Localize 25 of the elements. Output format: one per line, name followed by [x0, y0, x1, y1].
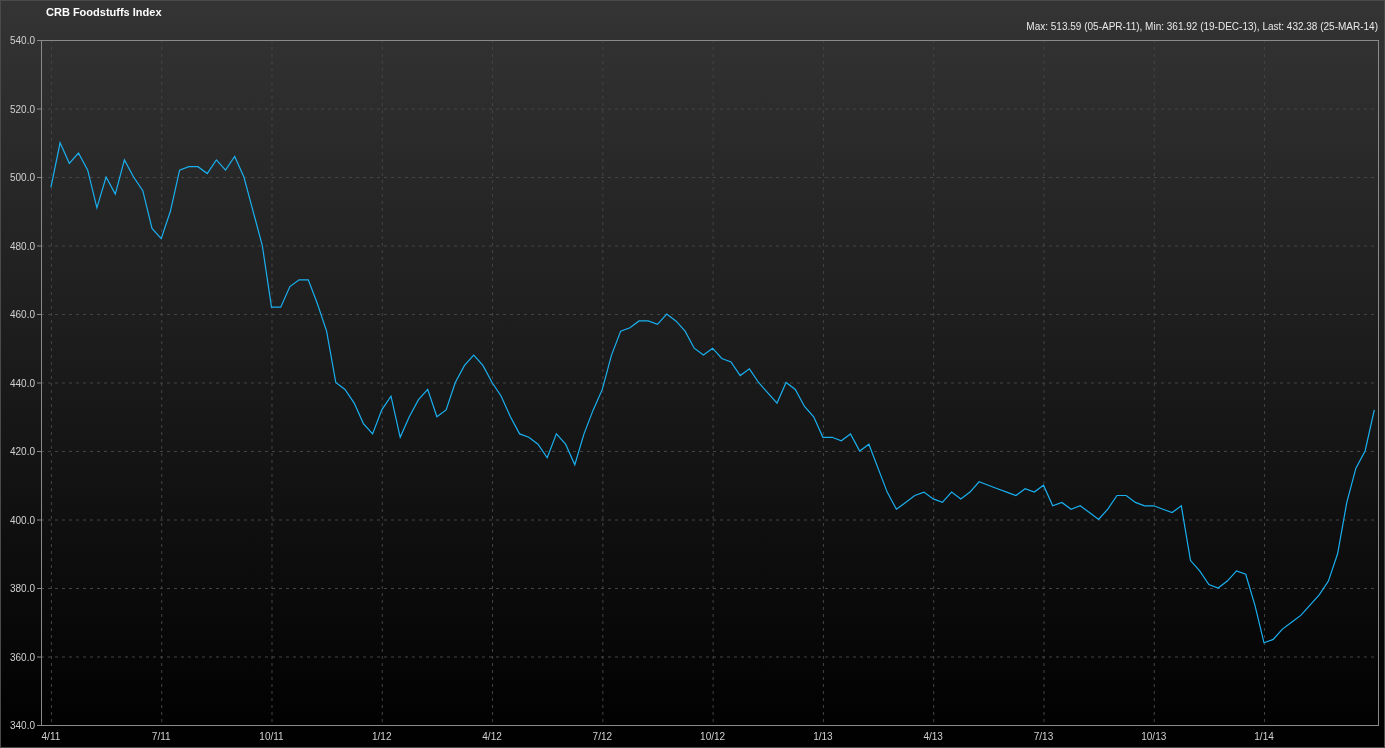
x-tick-label: 1/12: [372, 731, 392, 742]
summary-text: Max: 513.59 (05-APR-11), Min: 361.92 (19-DEC-13), Last: 432.38 (25-MAR-14): [1026, 20, 1378, 34]
x-tick-label: 7/13: [1033, 731, 1054, 742]
x-tick-label: 1/14: [1254, 731, 1274, 742]
y-tick-label: 480.0: [9, 240, 35, 252]
y-tick-label: 440.0: [9, 377, 35, 389]
y-tick-label: 340.0: [9, 720, 35, 731]
x-tick-label: 1/13: [813, 731, 833, 742]
y-tick-label: 540.0: [9, 35, 35, 46]
x-tick-label: 4/11: [41, 731, 61, 742]
x-tick-label: 7/11: [151, 731, 171, 742]
x-tick-label: 10/11: [259, 731, 284, 742]
y-tick-label: 500.0: [9, 172, 35, 183]
y-tick-label: 520.0: [9, 103, 35, 115]
x-tick-label: 4/12: [482, 731, 502, 742]
y-tick-label: 380.0: [9, 583, 35, 594]
y-tick-label: 400.0: [9, 514, 35, 526]
x-tick-label: 10/13: [1141, 731, 1167, 742]
y-tick-label: 420.0: [9, 446, 35, 457]
x-tick-label: 4/13: [923, 731, 943, 742]
chart-title: CRB Foodstuffs Index: [45, 5, 162, 20]
y-tick-label: 460.0: [9, 309, 35, 320]
y-tick-label: 360.0: [9, 651, 35, 663]
x-tick-label: 10/12: [700, 731, 726, 742]
x-tick-label: 7/12: [592, 731, 613, 742]
